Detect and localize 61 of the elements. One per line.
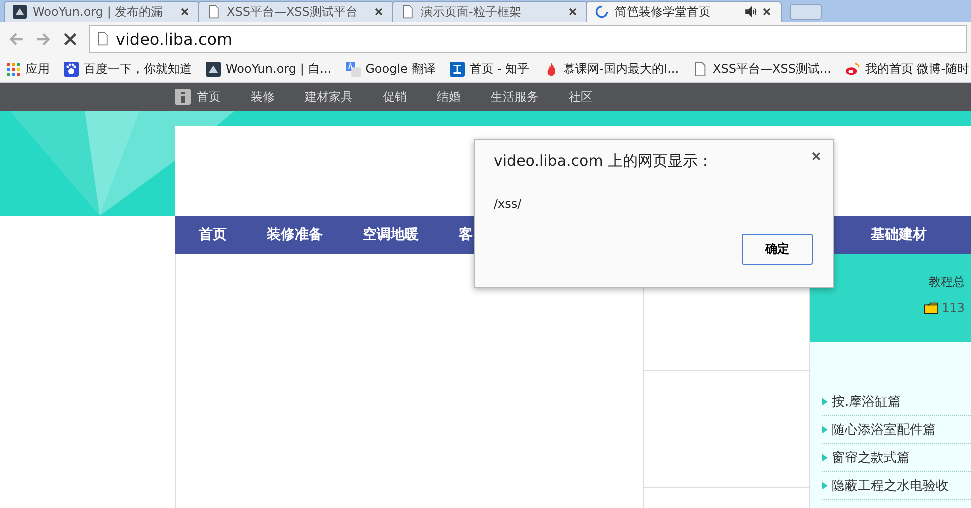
nav-link[interactable]: 基础建材: [871, 226, 943, 244]
nav-link[interactable]: 首页: [197, 88, 221, 106]
bookmark[interactable]: 首页 - 知乎: [450, 60, 530, 78]
article-link[interactable]: 隐蔽工程之水电验收: [832, 476, 949, 494]
bullet-triangle-icon: [822, 398, 828, 406]
stop-icon[interactable]: [62, 30, 79, 48]
page-icon: [401, 5, 415, 19]
loading-spinner-icon: [595, 5, 609, 19]
eye-logo-icon: [845, 62, 860, 76]
bullet-triangle-icon: [822, 454, 828, 462]
bookmark[interactable]: 慕课网-国内最大的I...: [544, 60, 680, 78]
apps-grid-icon: [6, 62, 21, 76]
bullet-triangle-icon: [822, 426, 828, 434]
browser-tab[interactable]: 演示页面-粒子框架: [392, 1, 588, 22]
browser-tab[interactable]: XSS平台—XSS测试平台: [198, 1, 394, 22]
nav-link[interactable]: 首页: [199, 226, 243, 244]
count-text: 113: [942, 301, 965, 315]
nav-link[interactable]: 空调地暖: [363, 226, 435, 244]
site-logo-icon: [206, 62, 221, 76]
tab-title: XSS平台—XSS测试平台: [227, 4, 359, 20]
close-tab-button[interactable]: [375, 7, 385, 17]
article-link[interactable]: 按.摩浴缸篇: [832, 392, 902, 410]
bookmark[interactable]: 我的首页 微博-随时: [845, 60, 970, 78]
bookmark[interactable]: 应用: [6, 60, 50, 78]
browser-tab[interactable]: 简笆装修学堂首页: [586, 1, 782, 22]
bookmark[interactable]: WooYun.org | 自...: [206, 60, 332, 78]
page-icon: [96, 31, 110, 47]
browser-tab[interactable]: WooYun.org | 发布的漏: [4, 1, 200, 22]
close-tab-button[interactable]: [569, 7, 579, 17]
translate-icon: [346, 62, 361, 76]
home-icon[interactable]: [175, 89, 191, 105]
site-logo-icon: [13, 5, 27, 19]
close-tab-button[interactable]: [763, 7, 773, 17]
ok-button[interactable]: 确定: [742, 234, 813, 265]
nav-link[interactable]: 生活服务: [491, 88, 539, 106]
stats-label: 教程总: [929, 274, 965, 291]
close-icon[interactable]: [812, 152, 821, 161]
address-bar[interactable]: video.liba.com: [89, 25, 967, 53]
article-link[interactable]: 窗帘之款式篇: [832, 448, 910, 466]
site-logo-icon: [450, 62, 465, 76]
bookmark[interactable]: 百度一下，你就知道: [64, 60, 192, 78]
page-icon: [693, 62, 708, 76]
close-tab-button[interactable]: [181, 7, 191, 17]
nav-link[interactable]: 促销: [383, 88, 407, 106]
nav-link[interactable]: 装修准备: [267, 226, 339, 244]
nav-link[interactable]: 装修: [251, 88, 275, 106]
nav-link[interactable]: 结婚: [437, 88, 461, 106]
dialog-title: video.liba.com 上的网页显示：: [494, 152, 714, 171]
dialog-message: /xss/: [494, 197, 523, 211]
tab-title: 简笆装修学堂首页: [615, 4, 712, 20]
tab-title: WooYun.org | 发布的漏: [33, 4, 164, 20]
folder-icon: [924, 301, 940, 315]
bookmark[interactable]: XSS平台—XSS测试...: [693, 60, 832, 78]
tab-title: 演示页面-粒子框架: [421, 4, 522, 20]
bullet-triangle-icon: [822, 482, 828, 490]
bookmark[interactable]: Google 翻译: [346, 60, 436, 78]
nav-link[interactable]: 社区: [569, 88, 593, 106]
page-icon: [207, 5, 221, 19]
article-link[interactable]: 随心添浴室配件篇: [832, 420, 936, 438]
nav-link[interactable]: 建材家具: [305, 88, 353, 106]
paw-icon: [64, 62, 79, 76]
